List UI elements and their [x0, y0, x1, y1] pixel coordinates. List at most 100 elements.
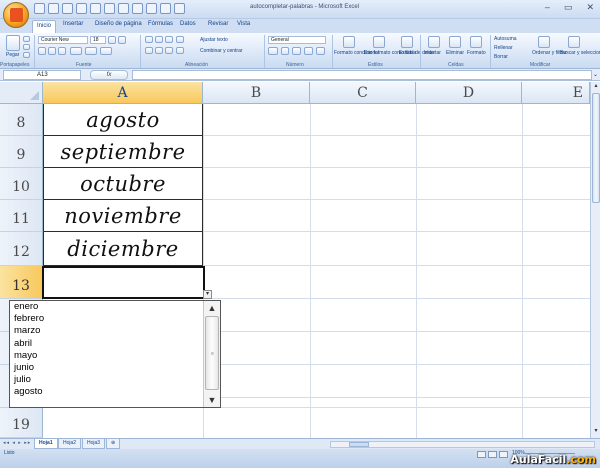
conditional-format-label[interactable]: Formato condicional: [334, 50, 379, 56]
align-bottom-icon[interactable]: [165, 36, 173, 43]
sort-icon[interactable]: [132, 3, 143, 14]
column-header-a[interactable]: A: [43, 82, 203, 104]
sheet-navigation-icons[interactable]: ◂◂ ◂ ▸ ▸▸: [3, 440, 31, 446]
list-item[interactable]: mayo: [10, 350, 203, 362]
clear-button[interactable]: Borrar: [494, 54, 508, 60]
minimize-button[interactable]: –: [545, 2, 550, 13]
fill-color-icon[interactable]: [85, 47, 97, 55]
expand-formula-bar-icon[interactable]: ⌄: [593, 71, 598, 78]
autocomplete-list[interactable]: enero febrero marzo abril mayo junio jul…: [9, 300, 221, 408]
close-button[interactable]: ✕: [586, 2, 594, 13]
list-item[interactable]: junio: [10, 362, 203, 374]
office-button[interactable]: [3, 2, 29, 28]
vertical-scrollbar-thumb[interactable]: [592, 93, 600, 203]
sort-filter-icon[interactable]: [538, 36, 550, 48]
maximize-button[interactable]: ▭: [564, 2, 573, 13]
cell-a11[interactable]: noviembre: [43, 200, 203, 232]
grow-font-icon[interactable]: [108, 36, 116, 44]
delete-cells-label[interactable]: Eliminar: [446, 50, 464, 56]
format-cells-icon[interactable]: [470, 36, 482, 48]
scrollbar-thumb[interactable]: ≡: [205, 316, 219, 390]
wrap-text-button[interactable]: Ajustar texto: [200, 37, 228, 43]
preview-icon[interactable]: [104, 3, 115, 14]
merge-center-button[interactable]: Combinar y centrar: [200, 48, 243, 54]
save-icon[interactable]: [34, 3, 45, 14]
formula-input[interactable]: [132, 70, 592, 80]
tab-formulas[interactable]: Fórmulas: [148, 21, 173, 27]
select-all-button[interactable]: [0, 82, 43, 104]
column-header-b[interactable]: B: [203, 82, 310, 104]
font-name-select[interactable]: Courier New: [38, 36, 88, 44]
tab-revisar[interactable]: Revisar: [208, 21, 228, 27]
cell-styles-icon[interactable]: [401, 36, 413, 48]
sort-filter-label[interactable]: Ordenar y filtrar: [532, 50, 567, 56]
list-item[interactable]: marzo: [10, 325, 203, 337]
scroll-up-icon[interactable]: ▴: [592, 82, 600, 91]
list-item[interactable]: enero: [10, 301, 203, 313]
cell-a9[interactable]: septiembre: [43, 136, 203, 168]
row-header-9[interactable]: 9: [0, 136, 43, 168]
conditional-format-icon[interactable]: [343, 36, 355, 48]
scroll-down-arrow-icon[interactable]: ▼: [206, 395, 218, 405]
shrink-font-icon[interactable]: [118, 36, 126, 44]
fill-button[interactable]: Rellenar: [494, 45, 513, 51]
align-center-icon[interactable]: [155, 47, 163, 54]
scroll-down-icon[interactable]: ▾: [592, 427, 600, 436]
font-color-icon[interactable]: [100, 47, 112, 55]
horizontal-scrollbar[interactable]: [330, 441, 595, 448]
percent-icon[interactable]: [281, 47, 289, 55]
orientation-icon[interactable]: [176, 36, 184, 43]
align-top-icon[interactable]: [145, 36, 153, 43]
spelling-icon[interactable]: [118, 3, 129, 14]
format-cells-label[interactable]: Formato: [467, 50, 486, 56]
paste-icon[interactable]: [6, 35, 20, 51]
row-header-11[interactable]: 11: [0, 200, 43, 232]
sheet-tab-hoja3[interactable]: Hoja3: [82, 439, 106, 449]
find-select-icon[interactable]: [568, 36, 580, 48]
chart-icon[interactable]: [146, 3, 157, 14]
open-icon[interactable]: [76, 3, 87, 14]
row-header-13[interactable]: 13: [0, 266, 43, 299]
comma-style-icon[interactable]: [292, 47, 301, 55]
cell-a12[interactable]: diciembre: [43, 232, 203, 266]
format-as-table-icon[interactable]: [373, 36, 385, 48]
copy-icon[interactable]: [23, 44, 30, 50]
undo-icon[interactable]: [48, 3, 59, 14]
autocomplete-dropdown-arrow-icon[interactable]: ▾: [203, 290, 212, 299]
tab-datos[interactable]: Datos: [180, 21, 196, 27]
decrease-decimal-icon[interactable]: [316, 47, 325, 55]
row-header-10[interactable]: 10: [0, 168, 43, 200]
number-format-select[interactable]: General: [268, 36, 326, 44]
cell-a10[interactable]: octubre: [43, 168, 203, 200]
align-right-icon[interactable]: [165, 47, 173, 54]
row-header-12[interactable]: 12: [0, 232, 43, 266]
print-icon[interactable]: [90, 3, 101, 14]
column-header-c[interactable]: C: [310, 82, 416, 104]
redo-icon[interactable]: [62, 3, 73, 14]
page-break-view-icon[interactable]: [499, 451, 508, 458]
align-left-icon[interactable]: [145, 47, 153, 54]
format-painter-button-icon[interactable]: [23, 52, 30, 58]
zoom-icon[interactable]: [174, 3, 185, 14]
active-cell-a13[interactable]: [42, 266, 205, 299]
normal-view-icon[interactable]: [477, 451, 486, 458]
sheet-tab-hoja1[interactable]: Hoja1: [34, 439, 58, 449]
vertical-scrollbar[interactable]: ▴ ▾: [590, 82, 600, 438]
insert-sheet-icon[interactable]: ⊕: [106, 439, 121, 449]
row-header-8[interactable]: 8: [0, 104, 43, 136]
list-item[interactable]: julio: [10, 374, 203, 386]
find-select-label[interactable]: Buscar y seleccionar: [560, 50, 600, 56]
tab-diseno-de-pagina[interactable]: Diseño de página: [95, 21, 142, 27]
tab-inicio[interactable]: Inicio: [32, 20, 57, 33]
autosum-button[interactable]: Autosuma: [494, 36, 517, 42]
name-box[interactable]: A13: [3, 70, 81, 80]
cell-a8[interactable]: agosto: [43, 104, 203, 136]
cut-icon[interactable]: [23, 36, 30, 42]
borders-icon[interactable]: [70, 47, 82, 55]
insert-cells-label[interactable]: Insertar: [424, 50, 441, 56]
scroll-up-arrow-icon[interactable]: ▲: [206, 303, 218, 313]
column-header-d[interactable]: D: [416, 82, 522, 104]
italic-icon[interactable]: [48, 47, 56, 55]
sheet-tab-hoja2[interactable]: Hoja2: [58, 439, 82, 449]
row-header-19[interactable]: 19: [0, 408, 43, 438]
